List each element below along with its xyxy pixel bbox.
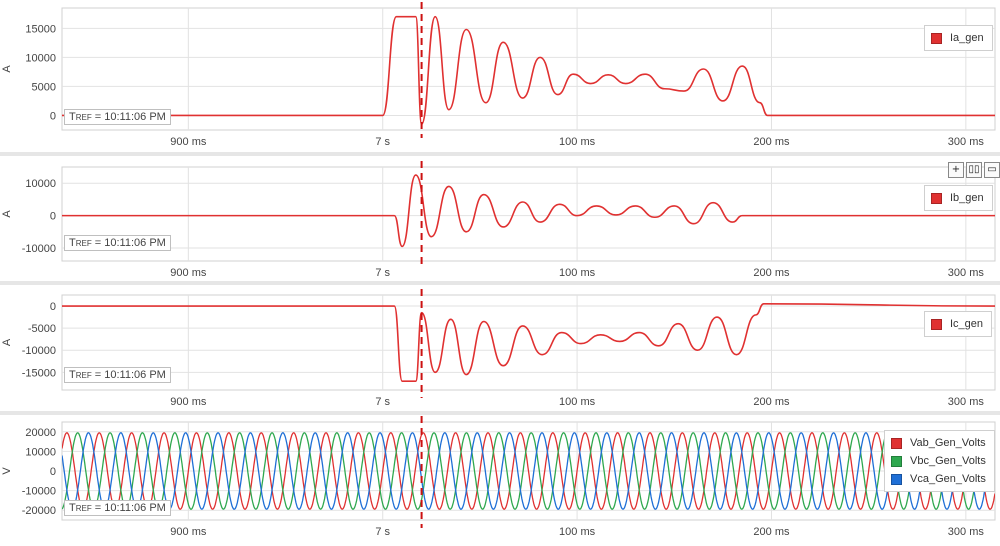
y-tick-label: 10000 [25,178,56,190]
trace-Ia_gen [62,15,995,125]
panel-divider[interactable] [0,152,1000,156]
y-tick-label: -5000 [28,323,56,335]
y-axis-label: A [1,210,13,218]
legend-label: Vab_Gen_Volts [910,437,986,449]
x-tick-label: 100 ms [559,136,596,148]
legend-item[interactable]: Ia_gen [931,29,984,47]
legend-label: Vca_Gen_Volts [910,473,986,485]
x-tick-label: 900 ms [170,396,207,408]
x-tick-label: 300 ms [948,136,985,148]
x-tick-label: 100 ms [559,267,596,279]
plot-frame [61,166,996,262]
x-tick-label: 7 s [375,526,390,538]
legend-item[interactable]: Ic_gen [931,315,983,333]
x-tick-label: 7 s [375,267,390,279]
tref-label: TREF = 10:11:06 PM [64,367,171,383]
plot-frame [61,294,996,391]
x-tick-label: 7 s [375,396,390,408]
chart-panel-ib[interactable]: 900 ms 7 s 100 ms 200 ms 300 ms -10000 0 10000 A… [0,157,1000,281]
legend-ia[interactable]: Ia_gen [924,25,993,51]
legend-item[interactable]: Ib_gen [931,189,984,207]
legend-ic[interactable]: Ic_gen [924,311,993,337]
y-axis-label: A [1,65,13,73]
split-columns-icon[interactable]: ▯▯ [966,162,982,178]
y-axis-label: V [1,467,13,475]
x-tick-label: 900 ms [170,526,207,538]
y-axis-label: A [1,338,13,346]
trace-Ic_gen [62,303,995,382]
x-tick-label: 100 ms [559,396,596,408]
y-tick-label: -10000 [22,243,56,255]
legend-label: Vbc_Gen_Volts [910,455,986,467]
tref-label: TREF = 10:11:06 PM [64,109,171,125]
chart-panel-ia[interactable]: 900 ms 7 s 100 ms 200 ms 300 ms 0 5000 10000 150… [0,0,1000,150]
y-tick-label: 10000 [25,446,56,458]
y-tick-label: -15000 [22,367,56,379]
legend-label: Ic_gen [950,318,984,330]
x-tick-label: 200 ms [753,396,790,408]
x-tick-label: 200 ms [753,267,790,279]
y-tick-label: 10000 [25,52,56,64]
legend-item[interactable]: Vca_Gen_Volts [891,470,986,488]
y-tick-label: 20000 [25,427,56,439]
legend-volts[interactable]: Vab_Gen_Volts Vbc_Gen_Volts Vca_Gen_Volt… [884,430,995,492]
legend-label: Ia_gen [950,32,984,44]
legend-item[interactable]: Vab_Gen_Volts [891,434,986,452]
plus-icon[interactable]: + [948,162,964,178]
x-tick-label: 300 ms [948,396,985,408]
plot-ia[interactable]: 900 ms 7 s 100 ms 200 ms 300 ms 0 5000 10000 150… [0,0,1000,150]
chart-panel-volts[interactable]: 900 ms 7 s 100 ms 200 ms 300 ms -20000 -10000 0… [0,416,1000,546]
y-tick-label: -10000 [22,486,56,498]
y-tick-label: 0 [50,301,56,313]
legend-item[interactable]: Vbc_Gen_Volts [891,452,986,470]
trace-Ib_gen [62,174,995,248]
tref-label: TREF = 10:11:06 PM [64,500,171,516]
x-tick-label: 200 ms [753,526,790,538]
x-tick-label: 300 ms [948,267,985,279]
stack-rows-icon[interactable]: ▭ [984,162,1000,178]
legend-label: Ib_gen [950,192,984,204]
x-tick-label: 100 ms [559,526,596,538]
y-tick-label: -10000 [22,345,56,357]
y-tick-label: 5000 [32,81,56,93]
legend-ib[interactable]: Ib_gen [924,185,993,211]
y-tick-label: -20000 [22,505,56,517]
tref-label: TREF = 10:11:06 PM [64,235,171,251]
y-tick-label: 0 [50,466,56,478]
y-tick-label: 15000 [25,23,56,35]
y-tick-label: 0 [50,110,56,122]
x-tick-label: 900 ms [170,136,207,148]
x-tick-label: 200 ms [753,136,790,148]
x-tick-label: 300 ms [948,526,985,538]
x-tick-label: 7 s [375,136,390,148]
plot-frame [61,7,996,131]
chart-panel-ic[interactable]: 900 ms 7 s 100 ms 200 ms 300 ms -15000 -10000 -… [0,285,1000,410]
panel-toolbar: + ▯▯ ▭ [946,162,1000,178]
x-tick-label: 900 ms [170,267,207,279]
plot-ib[interactable]: 900 ms 7 s 100 ms 200 ms 300 ms -10000 0 10000 A [0,157,1000,281]
plot-volts[interactable]: 900 ms 7 s 100 ms 200 ms 300 ms -20000 -10000 0… [0,416,1000,546]
plot-ic[interactable]: 900 ms 7 s 100 ms 200 ms 300 ms -15000 -10000 -… [0,285,1000,410]
y-tick-label: 0 [50,211,56,223]
panel-divider[interactable] [0,411,1000,415]
